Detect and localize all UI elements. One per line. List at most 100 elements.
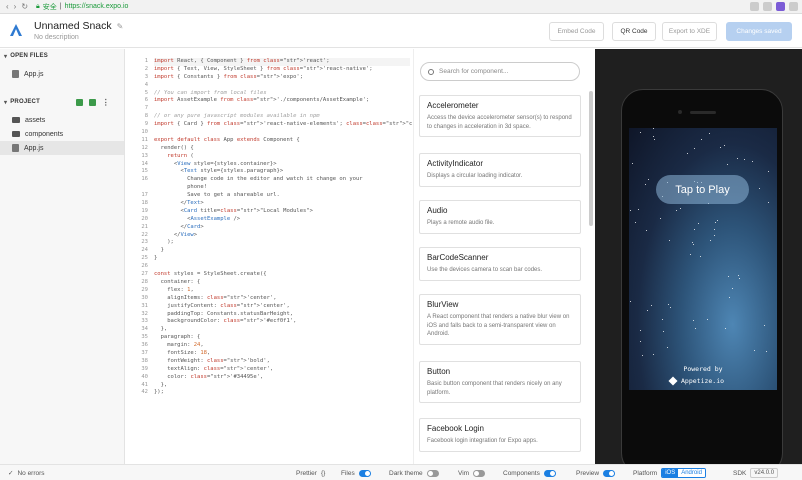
embed-code-button[interactable]: Embed Code [549,22,604,41]
code-line[interactable]: phone! [154,184,412,192]
export-button[interactable]: Export to XDE [662,22,717,41]
code-line[interactable]: margin: 24, [154,342,412,350]
code-line[interactable]: textAlign: class="str">'center', [154,366,412,374]
code-line[interactable] [154,263,412,271]
component-card[interactable]: ActivityIndicator Displays a circular loa… [419,153,581,187]
component-card[interactable]: Audio Plays a remote audio file. [419,200,581,234]
extension-icon[interactable] [776,2,785,11]
components-switch[interactable] [543,469,556,477]
code-line[interactable]: flex: 1, [154,287,412,295]
extension-icon[interactable] [763,2,772,11]
components-scrollbar[interactable] [589,91,593,226]
component-card[interactable]: Button Basic button component that render… [419,361,581,403]
code-line[interactable]: import AssetExample from class="str">'./… [154,97,412,105]
vim-toggle[interactable]: Vim [458,468,486,478]
vim-switch[interactable] [473,469,486,477]
code-line[interactable]: import { Text, View, StyleSheet } from c… [154,66,412,74]
project-header[interactable]: ▾ PROJECT ⋮ [0,95,124,109]
code-editor[interactable]: 1 2 3 4 5 6 7 8 9 10 11 12 13 14 15 16 17 18 19 20 21 22 23 24 2… [126,49,412,464]
code-line[interactable]: }); [154,389,412,397]
tap-to-play-button[interactable]: Tap to Play [656,175,749,204]
code-line[interactable]: <Text style={styles.paragraph}> [154,168,412,176]
code-line[interactable]: }, [154,382,412,390]
code-line[interactable]: backgroundColor: class="str">'#ecf0f1', [154,318,412,326]
address-bar[interactable]: 🔒︎ 安全 | https://snack.expo.io [36,2,128,12]
code-line[interactable]: alignItems: class="str">'center', [154,295,412,303]
code-line[interactable]: return ( [154,153,412,161]
snack-description[interactable]: No description [34,34,79,41]
project-item-app-js[interactable]: App.js [0,141,124,155]
code-line[interactable]: } [154,247,412,255]
bookmark-icon[interactable] [750,2,759,11]
code-line[interactable]: const styles = StyleSheet.create({ [154,271,412,279]
files-toggle[interactable]: Files [341,468,371,478]
component-card[interactable]: Accelerometer Access the device accelerom… [419,95,581,137]
code-line[interactable]: fontSize: 18, [154,350,412,358]
code-line[interactable]: </Text> [154,200,412,208]
code-line[interactable] [154,129,412,137]
back-icon[interactable]: ‹ [6,2,9,11]
forward-icon[interactable]: › [14,2,17,11]
dark-theme-toggle[interactable]: Dark theme [389,468,439,478]
prettier-button[interactable]: Prettier {} [296,468,325,478]
code-line[interactable]: export default class App extends Compone… [154,137,412,145]
preview-switch[interactable] [603,469,616,477]
code-line[interactable]: render() { [154,145,412,153]
errors-status[interactable]: ✓ No errors [8,468,45,478]
code-line[interactable]: color: class="str">'#34495e', [154,374,412,382]
new-folder-icon[interactable] [88,98,96,106]
code-line[interactable]: </View> [154,232,412,240]
star-dot [710,240,711,241]
code-line[interactable]: }, [154,326,412,334]
platform-segment[interactable]: iOS Android [661,468,706,478]
component-card[interactable]: Facebook Login Facebook login integration… [419,418,581,452]
code-line[interactable]: </Card> [154,224,412,232]
components-toggle[interactable]: Components [503,468,556,478]
dark-theme-switch[interactable] [426,469,439,477]
code-line[interactable]: justifyContent: class="str">'center', [154,303,412,311]
snack-title-text: Unnamed Snack [34,20,112,32]
code-line[interactable]: fontWeight: class="str">'bold', [154,358,412,366]
platform-android[interactable]: Android [678,469,705,477]
code-line[interactable]: // or any pure javascript modules availa… [154,113,412,121]
component-card[interactable]: BarCodeScanner Use the devices camera to … [419,247,581,281]
files-switch[interactable] [358,469,371,477]
project-item-assets[interactable]: assets [0,113,124,127]
component-search-input[interactable]: Search for component... [420,62,580,81]
component-card[interactable]: BlurView A React component that renders a… [419,294,581,345]
snack-title[interactable]: Unnamed Snack ✎ [34,20,123,32]
reload-icon[interactable]: ↻ [21,2,28,11]
preview-toggle[interactable]: Preview [576,468,616,478]
code-line[interactable]: paragraph: { [154,334,412,342]
more-options-icon[interactable]: ⋮ [102,98,110,107]
code-line[interactable] [154,82,412,90]
code-line[interactable]: <AssetExample /> [154,216,412,224]
pencil-icon[interactable]: ✎ [117,22,124,31]
save-button[interactable]: Changes saved [726,22,792,41]
sdk-selector[interactable]: SDK v24.0.0 [733,468,779,478]
open-file-item[interactable]: App.js [0,67,124,81]
code-line[interactable]: Save to get a shareable url. [154,192,412,200]
new-file-icon[interactable] [75,98,83,106]
code-line[interactable]: container: { [154,279,412,287]
code-line[interactable]: <Card title=class="str">"Local Modules"> [154,208,412,216]
code-line[interactable] [154,105,412,113]
code-line[interactable]: import { Card } from class="str">'react-… [154,121,412,129]
code-line[interactable]: <View style={styles.container}> [154,161,412,169]
phone-screen[interactable]: Tap to Play Powered by Appetize.io [629,128,777,390]
code-line[interactable]: // You can import from local files [154,90,412,98]
code-content[interactable]: import React, { Component } from class="… [154,58,412,397]
code-line[interactable]: import React, { Component } from class="… [154,58,410,66]
menu-icon[interactable] [789,2,798,11]
platform-selector[interactable]: Platform iOS Android [633,468,706,478]
code-line[interactable]: Change code in the editor and watch it c… [154,176,412,184]
platform-ios[interactable]: iOS [662,469,679,477]
qr-code-button[interactable]: QR Code [612,22,656,41]
sdk-version[interactable]: v24.0.0 [750,468,779,478]
code-line[interactable]: paddingTop: Constants.statusBarHeight, [154,311,412,319]
code-line[interactable]: ); [154,239,412,247]
code-line[interactable]: } [154,255,412,263]
project-item-components[interactable]: components [0,127,124,141]
open-files-header[interactable]: ▾ OPEN FILES [0,49,124,63]
code-line[interactable]: import { Constants } from class="str">'e… [154,74,412,82]
